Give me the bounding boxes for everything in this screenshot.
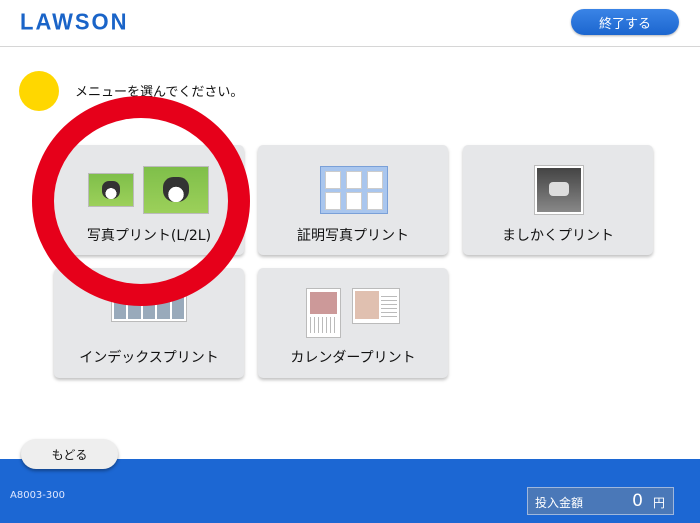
- back-button[interactable]: もどる: [21, 439, 118, 469]
- instruction-text: メニューを選んでください。: [75, 85, 244, 100]
- amount-display: 投入金額 0 円: [527, 487, 674, 515]
- cat-photo-small-icon: [88, 173, 134, 207]
- machine-code: A8003-300: [10, 490, 65, 501]
- menu-label: カレンダープリント: [290, 350, 416, 366]
- calendar-portrait-icon: [306, 288, 341, 338]
- menu-index-print-button[interactable]: インデックスプリント: [54, 268, 244, 378]
- menu-label: 証明写真プリント: [297, 228, 409, 244]
- menu-label: 写真プリント(L/2L): [86, 228, 212, 244]
- menu-label: ましかくプリント: [502, 228, 614, 244]
- id-photo-sheet-icon: [320, 166, 388, 214]
- index-sheet-icon: [111, 294, 187, 322]
- menu-square-print-button[interactable]: ましかくプリント: [463, 145, 653, 255]
- menu-photo-print-button[interactable]: 写真プリント(L/2L): [54, 145, 244, 255]
- calendar-landscape-icon: [352, 288, 400, 324]
- cat-photo-large-icon: [143, 166, 209, 214]
- amount-label: 投入金額: [535, 496, 584, 510]
- menu-label: インデックスプリント: [79, 350, 219, 366]
- header-bar: LAWSON 終了する: [0, 0, 700, 47]
- lawson-logo: LAWSON: [20, 8, 129, 35]
- menu-calendar-print-button[interactable]: カレンダープリント: [258, 268, 448, 378]
- square-photo-icon: [534, 165, 584, 215]
- amount-unit: 円: [652, 496, 665, 510]
- yellow-circle-icon: [19, 71, 59, 111]
- menu-id-photo-button[interactable]: 証明写真プリント: [258, 145, 448, 255]
- end-button[interactable]: 終了する: [571, 9, 679, 35]
- amount-value: 0: [632, 491, 643, 511]
